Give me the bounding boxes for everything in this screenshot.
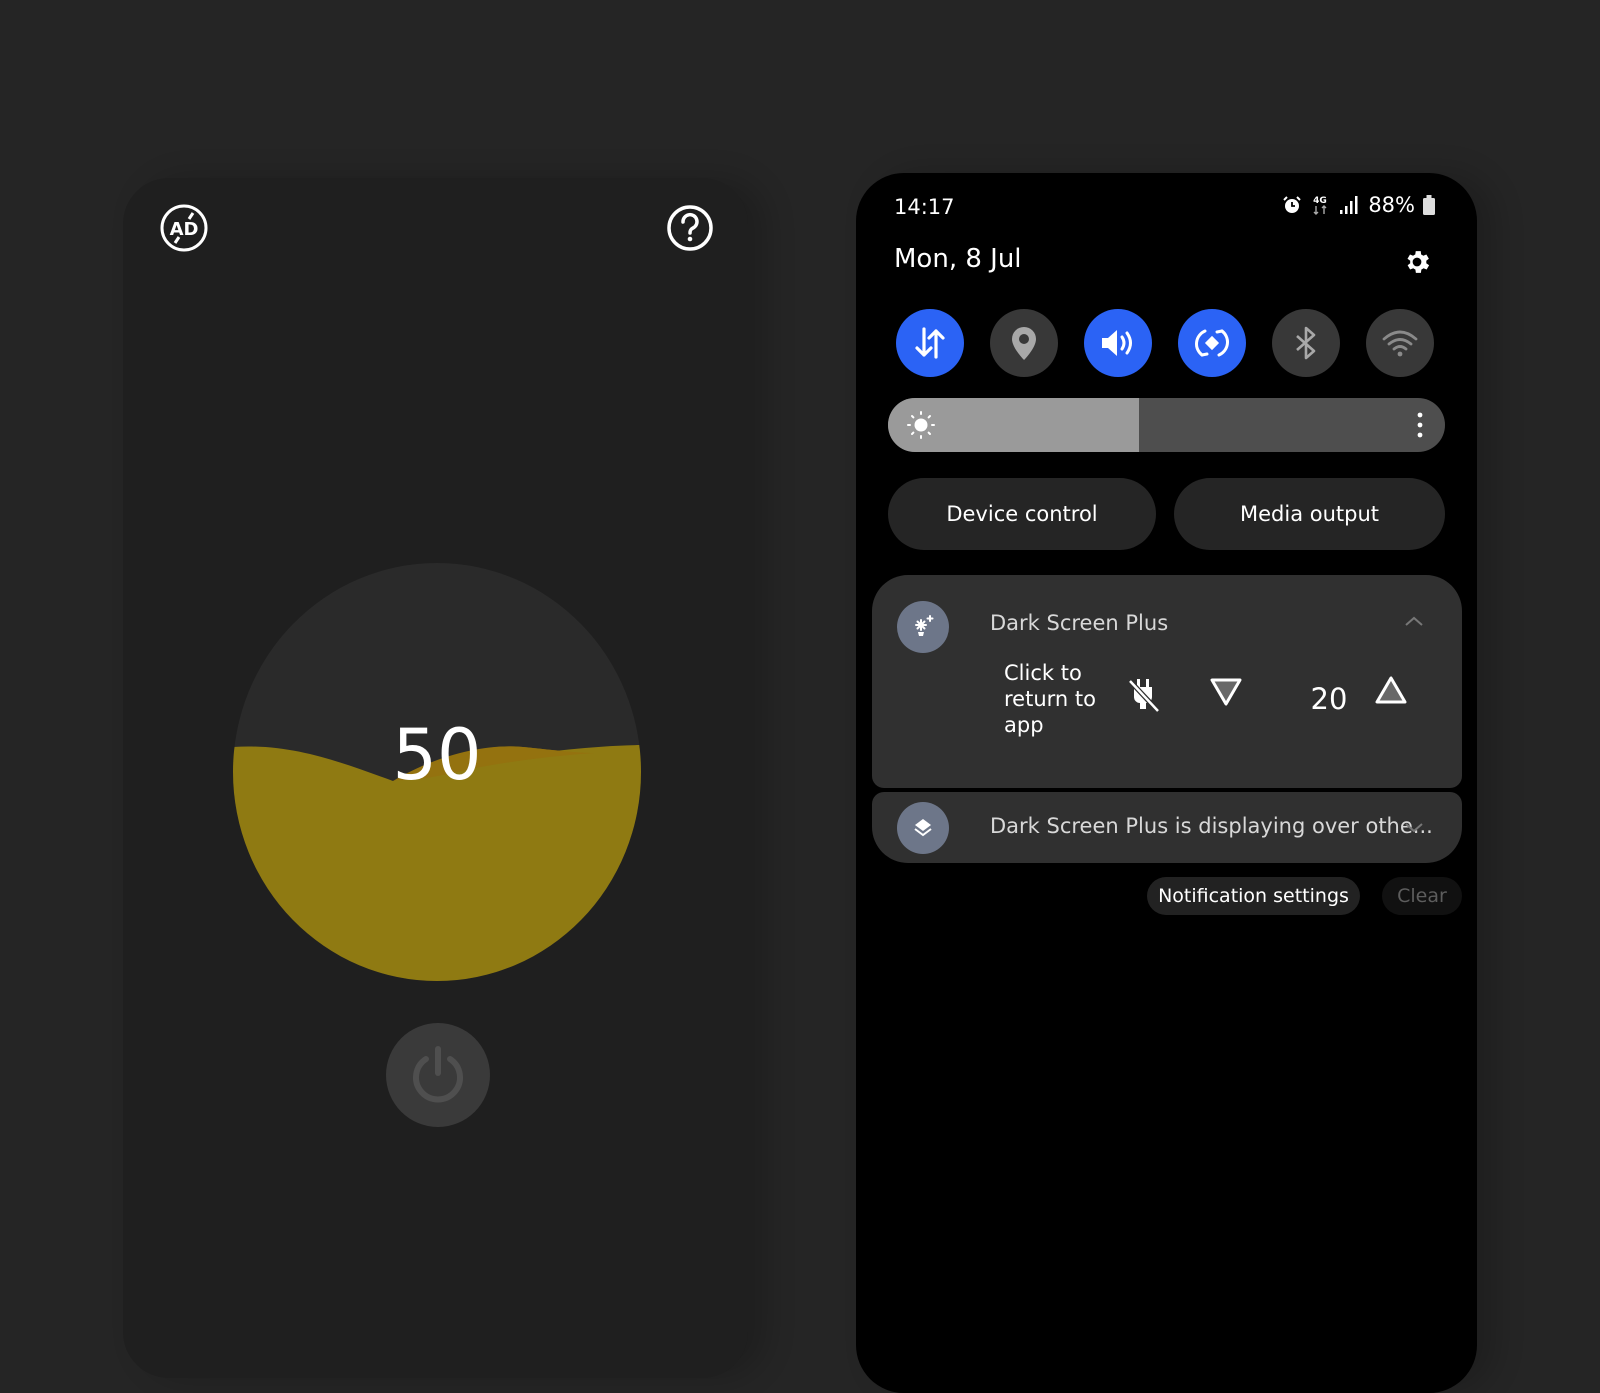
gauge-value: 50 <box>392 714 482 796</box>
gear-icon <box>1407 251 1430 273</box>
data-arrows-icon <box>915 327 945 359</box>
notification-settings-button[interactable]: Notification settings <box>1147 877 1360 915</box>
toggle-bluetooth[interactable] <box>1272 309 1340 377</box>
plug-off-icon <box>1128 679 1160 713</box>
power-icon <box>413 1046 463 1103</box>
wifi-icon <box>1382 330 1418 357</box>
quick-panel: 14:17 4G 88% Mon, 8 Jul Device control M… <box>856 173 1477 1393</box>
expand-chevron-icon[interactable] <box>1404 822 1424 834</box>
date-label: Mon, 8 Jul <box>894 244 1022 274</box>
toggle-auto-rotate[interactable] <box>1178 309 1246 377</box>
quick-toggles <box>896 309 1446 379</box>
toggle-mobile-data[interactable] <box>896 309 964 377</box>
brightness-sun-icon <box>907 411 935 439</box>
bulb-sparkle-icon <box>915 615 934 636</box>
toggle-wifi[interactable] <box>1366 309 1434 377</box>
speaker-icon <box>1102 330 1132 356</box>
disable-charging-button[interactable] <box>1124 675 1164 715</box>
status-icons: 4G 88% <box>1282 193 1435 217</box>
svg-text:AD: AD <box>170 219 199 240</box>
triangle-up-icon <box>1375 676 1407 704</box>
decrease-level-button[interactable] <box>1208 675 1244 709</box>
dim-level-gauge[interactable]: 50 <box>233 563 641 981</box>
notification-body[interactable]: Click to return to app <box>1004 660 1124 738</box>
media-output-button[interactable]: Media output <box>1174 478 1445 550</box>
help-button[interactable] <box>665 203 715 253</box>
location-pin-icon <box>1012 327 1036 360</box>
power-button[interactable] <box>386 1023 490 1127</box>
collapse-chevron-icon[interactable] <box>1404 615 1424 627</box>
no-ads-icon: AD <box>160 204 208 252</box>
more-options-icon[interactable] <box>1415 411 1425 439</box>
battery-icon <box>1423 195 1435 215</box>
notification-overlay-info[interactable]: Dark Screen Plus is displaying over othe… <box>872 792 1462 863</box>
toggle-sound[interactable] <box>1084 309 1152 377</box>
notification-text: Dark Screen Plus is displaying over othe… <box>990 814 1433 838</box>
app-icon <box>897 601 949 653</box>
layers-icon <box>914 819 932 837</box>
alarm-icon <box>1283 196 1302 213</box>
notification-dark-screen-plus[interactable]: Dark Screen Plus Click to return to app … <box>872 575 1462 788</box>
status-time: 14:17 <box>894 195 955 219</box>
dim-level-value: 20 <box>1310 682 1348 716</box>
settings-button[interactable] <box>1402 247 1432 277</box>
increase-level-button[interactable] <box>1373 673 1409 707</box>
app-icon <box>897 802 949 854</box>
notification-app-name: Dark Screen Plus <box>990 611 1169 635</box>
clear-button[interactable]: Clear <box>1382 877 1462 915</box>
device-control-button[interactable]: Device control <box>888 478 1156 550</box>
signal-icon <box>1340 196 1358 214</box>
toggle-location[interactable] <box>990 309 1058 377</box>
remove-ads-button[interactable]: AD <box>159 203 209 253</box>
help-icon <box>667 205 713 251</box>
brightness-slider[interactable] <box>888 398 1445 452</box>
svg-text:4G: 4G <box>1313 196 1327 206</box>
network-4g-icon: 4G <box>1313 196 1327 215</box>
bluetooth-icon <box>1296 326 1316 360</box>
triangle-down-icon <box>1210 678 1242 706</box>
battery-percent: 88% <box>1368 193 1415 217</box>
rotate-icon <box>1195 329 1229 357</box>
dark-screen-app: AD 50 <box>123 178 748 1378</box>
